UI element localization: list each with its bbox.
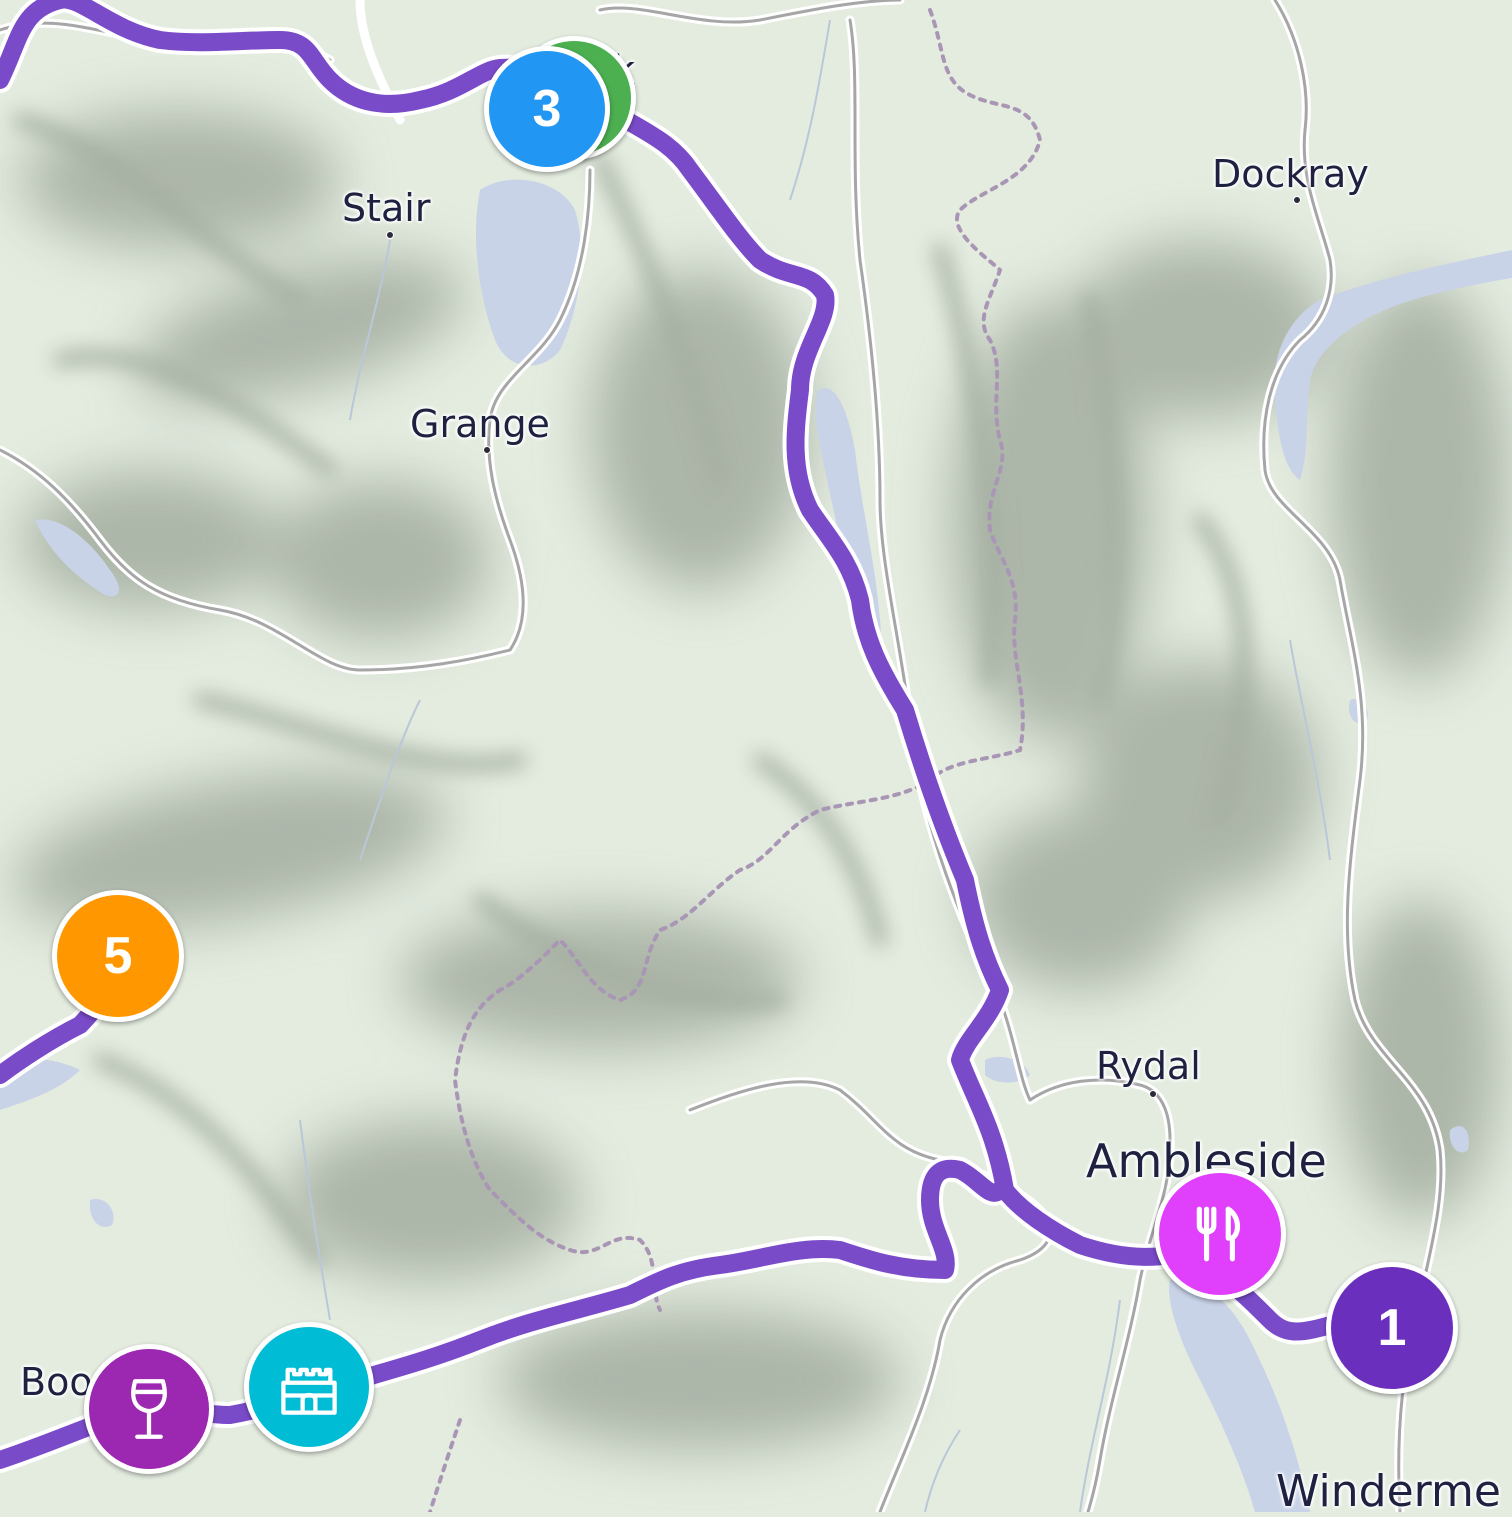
place-dot-rydal <box>1149 1090 1157 1098</box>
winery-marker[interactable] <box>84 1344 214 1474</box>
place-label-rydal: Rydal <box>1096 1044 1201 1088</box>
place-dot-dockray <box>1293 196 1301 204</box>
place-label-grange: Grange <box>410 402 550 446</box>
place-label-boot: Boo <box>20 1360 93 1404</box>
fork-knife-icon <box>1196 1206 1241 1262</box>
castle-icon <box>281 1367 337 1415</box>
castle-marker[interactable] <box>244 1322 374 1452</box>
map-canvas[interactable] <box>0 0 1512 1512</box>
restaurant-marker[interactable] <box>1154 1168 1286 1300</box>
route-stop-marker-3[interactable]: 3 <box>484 46 610 172</box>
place-label-dockray: Dockray <box>1212 152 1369 196</box>
route-stop-marker-1[interactable]: 1 <box>1326 1262 1458 1394</box>
place-label-windermere: Winderme <box>1276 1466 1501 1517</box>
route-stop-marker-5[interactable]: 5 <box>52 890 184 1022</box>
place-dot-grange <box>483 446 491 454</box>
place-label-stair: Stair <box>342 186 431 230</box>
wine-glass-icon <box>131 1379 167 1439</box>
place-dot-stair <box>386 231 394 239</box>
